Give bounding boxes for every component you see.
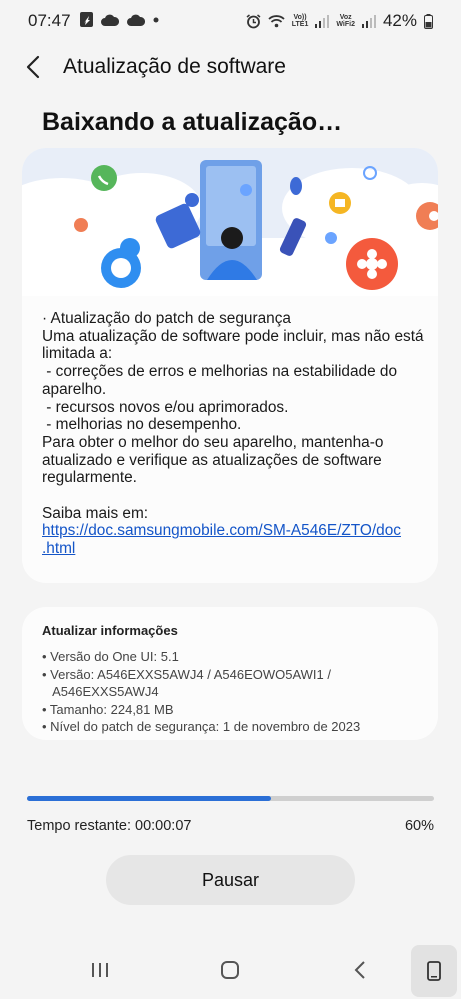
page-title: Atualização de software bbox=[63, 55, 286, 78]
info-item: • Versão: A546EXXS5AWJ4 / A546EOWO5AWI1 … bbox=[42, 666, 332, 682]
info-item: • Versão do One UI: 5.1 bbox=[42, 649, 179, 664]
info-item: A546EXXS5AWJ4 bbox=[42, 684, 159, 699]
battery-level: 42% bbox=[382, 11, 417, 30]
clock: 07:47 bbox=[28, 11, 71, 30]
signal-icon bbox=[361, 15, 376, 28]
pause-button[interactable]: Pausar bbox=[106, 855, 355, 905]
description-line: regularmente. bbox=[42, 469, 137, 487]
app-header: Atualização de software bbox=[0, 44, 461, 90]
chevron-left-icon bbox=[26, 55, 40, 79]
system-back-button[interactable] bbox=[340, 948, 380, 992]
status-bar: 07:47 Vo)) LTE1 Voz WiFi2 42% bbox=[0, 0, 461, 42]
volte-indicator: Vo)) LTE1 bbox=[291, 14, 309, 28]
nav-extra-button[interactable] bbox=[411, 945, 457, 997]
description-line bbox=[42, 487, 428, 505]
signal-icon bbox=[315, 15, 330, 28]
description-line: · Atualização do patch de segurança bbox=[42, 310, 291, 327]
system-indicators: Vo)) LTE1 Voz WiFi2 42% bbox=[246, 11, 433, 31]
progress-fill bbox=[27, 796, 272, 801]
description-line: limitada a: bbox=[42, 345, 113, 363]
description-line: Saiba mais em: bbox=[42, 504, 149, 522]
description-line: Uma atualização de software pode incluir… bbox=[42, 327, 424, 345]
progress-percent: 60% bbox=[404, 818, 434, 834]
description-line: - correções de erros e melhorias na esta… bbox=[42, 363, 398, 381]
description-line: - recursos novos e/ou aprimorados. bbox=[42, 398, 289, 416]
back-button[interactable] bbox=[18, 52, 48, 82]
info-item: • Nível do patch de segurança: 1 de nove… bbox=[42, 719, 361, 734]
update-illustration bbox=[22, 148, 438, 296]
recent-apps-button[interactable] bbox=[80, 948, 120, 992]
navigation-bar bbox=[0, 940, 461, 999]
phone-icon bbox=[427, 961, 441, 981]
learn-more-link[interactable]: .html bbox=[42, 540, 428, 558]
info-item: • Tamanho: 224,81 MB bbox=[42, 701, 174, 717]
info-list: • Versão do One UI: 5.1 • Versão: A546EX… bbox=[42, 648, 360, 736]
download-progress-bar bbox=[27, 796, 434, 801]
vowifi-indicator: Voz WiFi2 bbox=[336, 14, 355, 28]
home-icon bbox=[221, 961, 239, 979]
description-line: - melhorias no desempenho. bbox=[42, 416, 242, 434]
update-info-card: Atualizar informações • Versão do One UI… bbox=[22, 607, 438, 740]
info-title: Atualizar informações bbox=[42, 623, 178, 638]
cloud-icon bbox=[101, 14, 119, 26]
notification-icons bbox=[80, 12, 159, 27]
wifi-icon bbox=[268, 15, 285, 28]
description-line: atualizado e verifique as atualizações d… bbox=[42, 451, 382, 469]
cloud-icon bbox=[127, 14, 145, 26]
dot-icon bbox=[153, 17, 159, 22]
download-heading: Baixando a atualização… bbox=[42, 108, 343, 136]
back-icon bbox=[354, 961, 365, 979]
time-remaining: Tempo restante: 00:00:07 bbox=[27, 818, 192, 834]
description-line: aparelho. bbox=[42, 380, 107, 398]
learn-more-link[interactable]: https://doc.samsungmobile.com/SM-A546E/Z… bbox=[42, 522, 428, 540]
home-button[interactable] bbox=[210, 948, 250, 992]
recent-apps-icon bbox=[92, 963, 108, 977]
description-line: Para obter o melhor do seu aparelho, man… bbox=[42, 433, 384, 451]
battery-icon bbox=[424, 13, 433, 29]
update-description: · Atualização do patch de segurança Uma … bbox=[42, 310, 428, 558]
app-notification-icon bbox=[80, 12, 93, 27]
update-details-card: · Atualização do patch de segurança Uma … bbox=[22, 148, 438, 583]
alarm-icon bbox=[246, 13, 261, 28]
